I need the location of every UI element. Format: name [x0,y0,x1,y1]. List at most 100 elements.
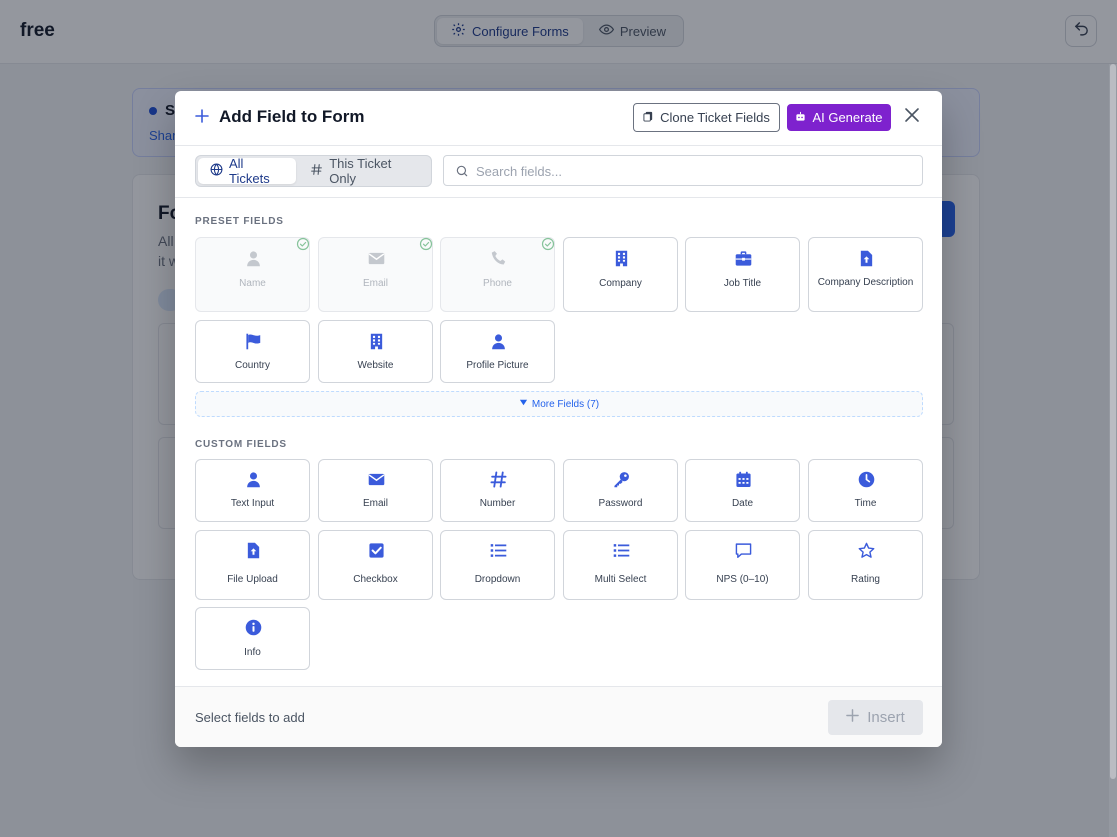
modal-footer: Select fields to add Insert [175,686,942,747]
check-circle-icon [541,237,555,251]
user-icon [245,250,262,267]
close-icon[interactable] [904,107,920,123]
preset-field-country[interactable]: Country [195,320,310,383]
plus-icon [846,709,860,726]
custom-field-dropdown[interactable]: Dropdown [440,530,555,600]
field-label: File Upload [227,574,278,585]
custom-field-number[interactable]: Number [440,459,555,522]
field-label: Multi Select [594,574,647,585]
checkbox-icon [368,542,385,559]
ai-generate-button[interactable]: AI Generate [787,104,891,131]
selection-status: Select fields to add [195,710,305,725]
plus-icon [195,109,209,123]
custom-field-multi-select[interactable]: Multi Select [563,530,678,600]
briefcase-icon [735,250,752,267]
preset-field-email: Email [318,237,433,312]
field-label: Company Description [817,277,914,288]
field-label: NPS (0–10) [716,574,769,585]
chat-icon [735,542,752,559]
preset-fields-label: PRESET FIELDS [195,216,284,227]
tab-all-tickets[interactable]: All Tickets [198,156,297,186]
custom-field-time[interactable]: Time [808,459,923,522]
field-label: Company [599,278,642,289]
ai-label: AI Generate [812,110,883,125]
search-box [443,155,923,186]
field-label: Email [362,498,388,509]
custom-field-file-upload[interactable]: File Upload [195,530,310,600]
hash-icon [310,163,323,179]
custom-field-password[interactable]: Password [563,459,678,522]
custom-field-nps-0-10[interactable]: NPS (0–10) [685,530,800,600]
custom-field-text-input[interactable]: Text Input [195,459,310,522]
file-upload-icon [858,250,875,267]
field-label: Time [854,498,877,509]
calendar-icon [735,471,752,488]
star-icon [858,542,875,559]
user-icon [490,333,507,350]
envelope-icon [368,250,385,267]
field-label: Info [244,647,261,658]
more-fields-button[interactable]: More Fields (7) [195,391,923,417]
user-icon [245,471,262,488]
key-icon [613,471,630,488]
preset-field-website[interactable]: Website [318,320,433,383]
modal-header: Add Field to Form Clone Ticket Fields AI… [175,91,942,146]
clock-icon [858,471,875,488]
field-label: Dropdown [474,574,521,585]
insert-label: Insert [867,709,905,726]
scope-label: All Tickets [229,156,270,186]
custom-fields-label: CUSTOM FIELDS [195,439,287,450]
modal-title: Add Field to Form [219,107,365,126]
clone-ticket-fields-button[interactable]: Clone Ticket Fields [633,103,780,132]
building-icon [368,333,385,350]
robot-icon [795,110,806,125]
custom-field-info[interactable]: Info [195,607,310,670]
field-label: Password [598,498,643,509]
list-icon [490,542,507,559]
tab-this-ticket-only[interactable]: This Ticket Only [298,156,429,186]
scope-bar: All Tickets This Ticket Only [175,146,942,198]
field-label: Website [357,360,394,371]
clone-label: Clone Ticket Fields [660,110,770,125]
field-label: Date [731,498,754,509]
phone-icon [490,250,507,267]
field-label: Email [362,278,388,289]
field-label: Rating [851,574,880,585]
field-label: Name [239,278,266,289]
scope-switch: All Tickets This Ticket Only [195,155,432,187]
custom-field-checkbox[interactable]: Checkbox [318,530,433,600]
copy-icon [643,110,654,125]
scope-label: This Ticket Only [329,156,392,186]
envelope-icon [368,471,385,488]
field-label: Phone [483,278,512,289]
info-icon [245,619,262,636]
field-label: Job Title [723,278,762,289]
custom-field-date[interactable]: Date [685,459,800,522]
insert-button[interactable]: Insert [828,700,923,735]
flag-icon [245,333,262,350]
building-icon [613,250,630,267]
preset-field-profile-picture[interactable]: Profile Picture [440,320,555,383]
hash-icon [490,471,507,488]
list-icon [613,542,630,559]
preset-field-company-description[interactable]: Company Description [808,237,923,312]
custom-field-email[interactable]: Email [318,459,433,522]
field-label: Text Input [230,498,275,509]
field-label: Number [479,498,516,509]
check-circle-icon [419,237,433,251]
check-circle-icon [296,237,310,251]
globe-icon [210,163,223,179]
field-label: Profile Picture [466,360,529,371]
field-label: Country [234,360,270,371]
file-upload-icon [245,542,262,559]
search-input[interactable] [476,160,916,182]
field-label: Checkbox [353,574,398,585]
scrollbar-thumb[interactable] [1110,64,1116,779]
preset-field-company[interactable]: Company [563,237,678,312]
more-fields-label: More Fields (7) [531,398,600,410]
preset-field-job-title[interactable]: Job Title [685,237,800,312]
add-field-modal: Add Field to Form Clone Ticket Fields AI… [175,91,942,747]
custom-field-rating[interactable]: Rating [808,530,923,600]
preset-field-phone: Phone [440,237,555,312]
preset-field-name: Name [195,237,310,312]
